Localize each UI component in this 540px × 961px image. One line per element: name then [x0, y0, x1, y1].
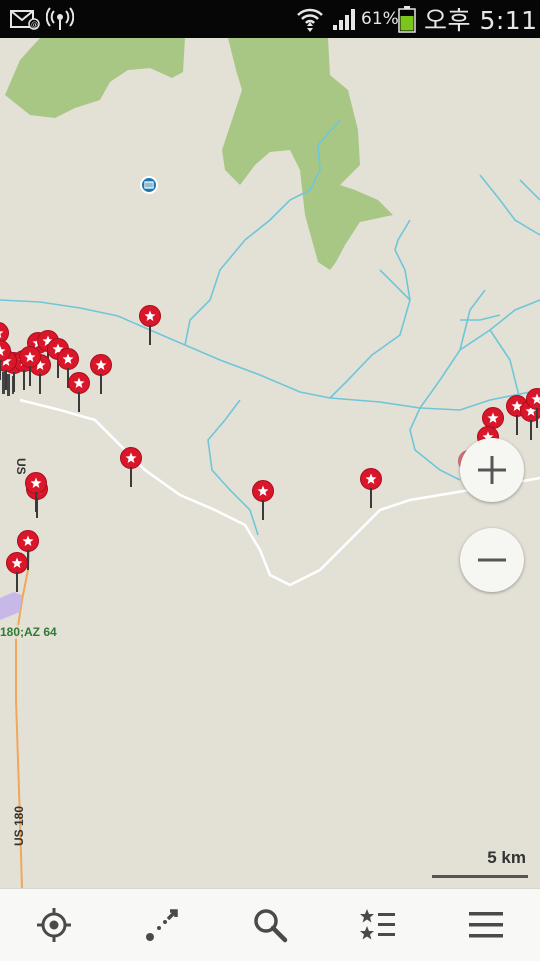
marker-stick [100, 374, 102, 394]
star-marker-icon [17, 530, 39, 552]
bookmark-marker[interactable] [360, 468, 382, 508]
bottom-navigation [0, 888, 540, 961]
star-marker-icon [6, 552, 28, 574]
mail-notification-icon: @ [10, 0, 40, 38]
menu-button[interactable] [456, 895, 516, 955]
star-marker-icon [57, 348, 79, 370]
zoom-in-button[interactable] [460, 438, 524, 502]
bookmark-marker[interactable] [0, 340, 11, 380]
star-marker-icon [120, 447, 142, 469]
minus-icon [478, 558, 506, 562]
marker-stick [262, 500, 264, 520]
marker-stick [16, 572, 18, 592]
route-icon [146, 909, 178, 941]
star-marker-icon [19, 346, 41, 368]
signal-icon [332, 0, 358, 38]
broadcast-icon [46, 0, 74, 38]
forest-areas [0, 38, 393, 270]
battery-icon [398, 0, 416, 38]
bookmark-marker[interactable] [526, 388, 540, 428]
wifi-icon [296, 0, 324, 38]
marker-stick [536, 408, 538, 428]
road-label-us-180: US 180 [12, 805, 26, 846]
bookmark-marker[interactable] [120, 447, 142, 487]
crosshair-icon [37, 908, 71, 942]
star-marker-icon [139, 305, 161, 327]
battery-percent: 61% [361, 9, 399, 29]
star-list-icon [360, 909, 395, 940]
lodging-poi-icon[interactable] [140, 176, 158, 194]
marker-stick [29, 366, 31, 386]
star-marker-icon [526, 388, 540, 410]
clock: 오후 5:11 [424, 6, 538, 35]
star-marker-icon [360, 468, 382, 490]
marker-stick [370, 488, 372, 508]
bookmark-marker[interactable] [68, 372, 90, 412]
directions-button[interactable] [132, 895, 192, 955]
star-marker-icon [252, 480, 274, 502]
bookmark-marker[interactable] [90, 354, 112, 394]
bookmark-marker[interactable] [252, 480, 274, 520]
my-location-button[interactable] [24, 895, 84, 955]
route-label: 180;AZ 64 [0, 625, 57, 639]
bookmark-marker[interactable] [19, 346, 41, 386]
zoom-out-button[interactable] [460, 528, 524, 592]
bookmark-marker[interactable] [25, 472, 47, 512]
bookmark-marker[interactable] [6, 552, 28, 592]
scale-label: 5 km [487, 848, 526, 867]
plus-icon [478, 456, 506, 484]
menu-icon [469, 912, 503, 938]
map-view[interactable]: US US 180 180;AZ 64 5 km [0, 38, 540, 888]
marker-stick [516, 415, 518, 435]
search-icon [254, 909, 288, 943]
star-marker-icon [90, 354, 112, 376]
bookmarks-button[interactable] [348, 895, 408, 955]
bookmark-marker[interactable] [139, 305, 161, 345]
star-marker-icon [68, 372, 90, 394]
marker-stick [130, 467, 132, 487]
marker-stick [78, 392, 80, 412]
marker-stick [149, 325, 151, 345]
scale-bar [432, 875, 528, 878]
svg-text:@: @ [31, 21, 38, 29]
status-bar: @ 61% 오후 5:11 [0, 0, 540, 38]
marker-stick [35, 492, 37, 512]
search-button[interactable] [240, 895, 300, 955]
marker-stick [0, 360, 1, 380]
star-marker-icon [0, 340, 11, 362]
map-scale: 5 km [432, 848, 528, 878]
star-marker-icon [25, 472, 47, 494]
